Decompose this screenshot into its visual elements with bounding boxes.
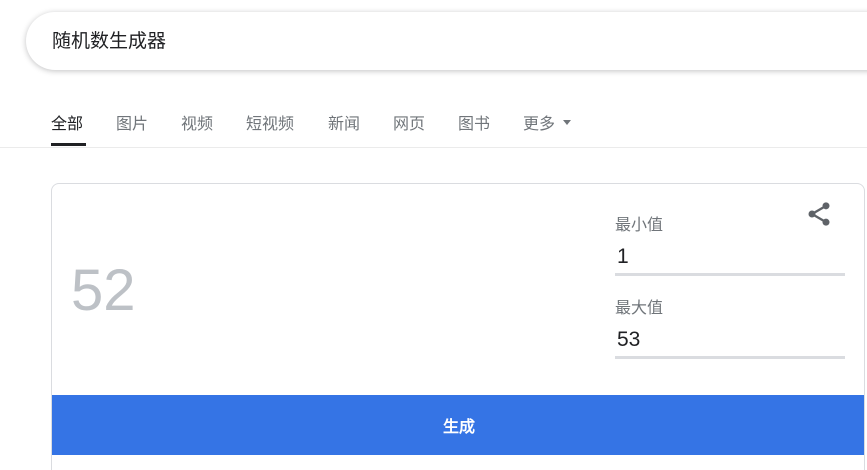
caret-down-icon: [563, 120, 572, 125]
search-input[interactable]: [52, 12, 652, 70]
tab-videos[interactable]: 视频: [181, 110, 213, 134]
tab-web[interactable]: 网页: [393, 110, 425, 134]
tab-all[interactable]: 全部: [51, 110, 83, 134]
min-value-input[interactable]: [615, 240, 845, 276]
tab-more-label: 更多: [523, 114, 556, 133]
generate-button[interactable]: 生成: [52, 395, 864, 455]
search-box[interactable]: [26, 12, 867, 70]
share-icon[interactable]: [805, 200, 833, 228]
tab-books[interactable]: 图书: [458, 110, 490, 134]
tab-news[interactable]: 新闻: [328, 110, 360, 134]
tab-more[interactable]: 更多: [523, 110, 572, 134]
max-value-input[interactable]: [615, 323, 845, 359]
min-value-label: 最小值: [615, 215, 664, 234]
search-tabs: 全部 图片 视频 短视频 新闻 网页 图书 更多: [0, 100, 867, 148]
search-results-page: 全部 图片 视频 短视频 新闻 网页 图书 更多 52 最小值 最大值 生成: [0, 0, 867, 470]
random-number-generator-card: 52 最小值 最大值 生成: [51, 183, 865, 470]
tab-images[interactable]: 图片: [116, 110, 148, 134]
random-result: 52: [71, 258, 136, 323]
active-tab-indicator: [51, 143, 86, 146]
tab-short-videos[interactable]: 短视频: [246, 110, 294, 134]
max-value-label: 最大值: [615, 298, 664, 317]
